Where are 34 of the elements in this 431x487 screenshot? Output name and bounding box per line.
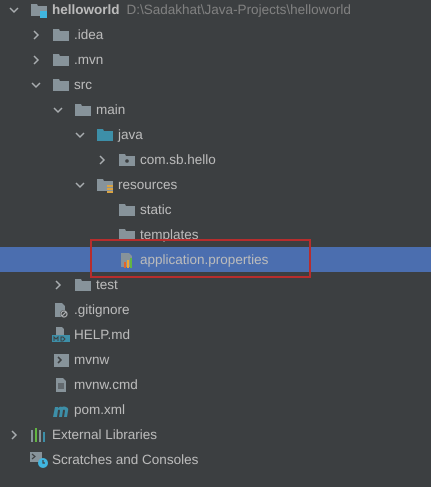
libraries-icon (30, 426, 48, 442)
tree-row[interactable]: src (0, 72, 431, 97)
tree-row[interactable]: resources (0, 172, 431, 197)
folder-icon (74, 102, 92, 118)
tree-row[interactable]: .gitignore (0, 297, 431, 322)
tree-row[interactable]: .idea (0, 22, 431, 47)
resources-folder-icon (96, 176, 114, 192)
project-folder-icon (30, 2, 48, 18)
tree-row[interactable]: test (0, 272, 431, 297)
tree-row[interactable]: mvnw (0, 347, 431, 372)
scratches-icon (30, 452, 48, 468)
ignore-file-icon (52, 302, 70, 318)
folder-icon (52, 26, 70, 42)
shell-file-icon (52, 352, 70, 368)
tree-row[interactable]: Scratches and Consoles (0, 447, 431, 472)
folder-icon (118, 202, 136, 218)
tree-row[interactable]: main (0, 97, 431, 122)
package-icon (118, 152, 136, 168)
tree-row[interactable]: static (0, 197, 431, 222)
folder-icon (74, 276, 92, 292)
tree-row[interactable]: com.sb.hello (0, 147, 431, 172)
tree-row[interactable]: java (0, 122, 431, 147)
tree-row[interactable]: mvnw.cmd (0, 372, 431, 397)
folder-icon (52, 76, 70, 92)
tree-row[interactable]: templates (0, 222, 431, 247)
project-path: D:\Sadakhat\Java-Projects\helloworld (126, 1, 351, 18)
tree-row[interactable]: .mvn (0, 47, 431, 72)
tree-row[interactable]: HELP.md (0, 322, 431, 347)
folder-icon (52, 52, 70, 68)
tree-row[interactable]: pom.xml (0, 397, 431, 422)
markdown-file-icon (52, 326, 70, 342)
tree-row[interactable]: helloworld D:\Sadakhat\Java-Projects\helloworld (0, 0, 431, 22)
folder-icon (96, 126, 114, 142)
tree-row[interactable]: External Libraries (0, 422, 431, 447)
